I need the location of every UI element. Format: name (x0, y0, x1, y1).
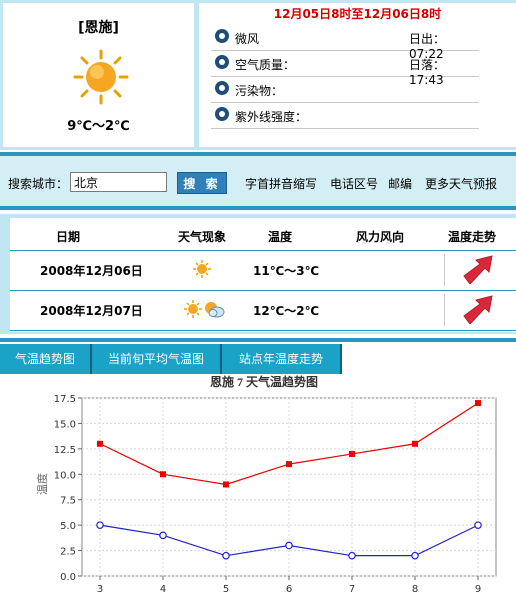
y-axis-label: 温度 (35, 473, 49, 495)
row1-date: 2008年12月06日 (40, 264, 143, 278)
x-tick-label: 7 (349, 584, 355, 595)
wind-icon (215, 29, 229, 43)
sun-icon (73, 49, 129, 105)
chart-tabs: 气温趋势图 当前旬平均气温图 站点年温度走势 (0, 338, 516, 374)
y-tick-label: 2.5 (60, 547, 76, 558)
header-divider (10, 250, 516, 251)
air-quality-label: 空气质量： (235, 58, 296, 72)
row-divider (10, 330, 516, 331)
series-1-point (412, 440, 418, 447)
trend-up-arrow-icon[interactable] (462, 254, 496, 284)
y-tick-label: 17.5 (54, 394, 76, 405)
search-button[interactable]: 搜 索 (177, 172, 227, 194)
series-2-point (159, 531, 167, 540)
x-tick-label: 6 (286, 584, 292, 595)
search-city-label: 搜索城市： (8, 177, 69, 191)
air-quality-row: 空气质量： 日落：17:43 (211, 51, 479, 87)
x-tick-label: 3 (97, 584, 103, 595)
series-1-point (286, 461, 292, 468)
row2-date: 2008年12月07日 (40, 304, 143, 318)
today-temp-range: 9℃～2℃ (67, 119, 130, 134)
forecast-table-body: 日期 天气现象 温度 风力风向 温度走势 2008年12月06日 11℃～3℃ … (10, 218, 516, 332)
partly-cloudy-icon (205, 302, 225, 318)
air-quality-icon (215, 55, 229, 69)
y-tick-label: 15.0 (54, 419, 76, 430)
col-header-date: 日期 (56, 230, 81, 244)
y-tick-label: 12.5 (54, 445, 76, 456)
series-2-point (96, 521, 104, 529)
forecast-table: 日期 天气现象 温度 风力风向 温度走势 2008年12月06日 11℃～3℃ … (0, 214, 516, 334)
sun-icon (193, 260, 211, 278)
today-details: 12月05日8时至12月06日8时 微风 日出：07:22 空气质量： 日落：1… (199, 3, 516, 147)
col-header-temp: 温度 (268, 230, 293, 244)
uv-row: 紫外线强度： (211, 103, 479, 129)
pinyin-abbr-link[interactable]: 字首拼音缩写 (245, 175, 317, 192)
pollutant-label: 污染物： (235, 84, 284, 98)
col-header-trend: 温度走势 (448, 230, 497, 244)
trend-up-arrow-icon[interactable] (462, 294, 496, 324)
tab-temp-trend[interactable]: 气温趋势图 (0, 344, 92, 374)
series-1-point (160, 471, 166, 478)
area-code-link[interactable]: 电话区号 (330, 175, 378, 192)
series-2-point (411, 551, 419, 560)
y-tick-label: 5.0 (60, 521, 76, 532)
series-2-point (474, 521, 482, 529)
series-1-point (223, 481, 229, 488)
row-divider (444, 294, 445, 326)
x-tick-label: 5 (223, 584, 229, 595)
today-card: [恩施] 9℃～2℃ (3, 3, 194, 147)
tab-station-year-trend[interactable]: 站点年温度走势 (222, 344, 342, 374)
row2-temp: 12℃～2℃ (253, 304, 320, 318)
series-2-point (348, 551, 356, 560)
date-range: 12月05日8时至12月06日8时 (273, 7, 442, 21)
sun-icon (184, 300, 202, 318)
uv-label: 紫外线强度： (235, 110, 308, 124)
row-divider (10, 290, 516, 291)
today-weather-panel: [恩施] 9℃～2℃ 12月05日8时至12月06日8时 微风 日出：07:22… (0, 0, 516, 150)
postcode-link[interactable]: 邮编 (388, 175, 412, 192)
y-tick-label: 10.0 (54, 470, 76, 481)
more-forecast-link[interactable]: 更多天气预报 (425, 175, 497, 192)
col-header-weather: 天气现象 (178, 230, 227, 244)
chart-title: 恩施 7 天气温趋势图 (210, 374, 318, 389)
city-search-bar: 搜索城市： 搜 索 字首拼音缩写 电话区号 邮编 更多天气预报 (0, 152, 516, 210)
series-1-point (97, 440, 103, 447)
city-search-input[interactable] (70, 172, 167, 192)
x-tick-label: 9 (475, 584, 481, 595)
row1-temp: 11℃～3℃ (253, 264, 320, 278)
x-tick-label: 4 (160, 584, 166, 595)
city-name: [恩施] (78, 20, 119, 36)
pollutant-row: 污染物： (211, 77, 479, 103)
series-2-point (222, 551, 230, 560)
plot-area: 0.0 2.5 5.0 7.5 10.0 12.5 15.0 17.5 3 4 5 6 7 8 9 (54, 394, 497, 595)
x-tick-label: 8 (412, 584, 418, 595)
tab-dekad-average[interactable]: 当前旬平均气温图 (92, 344, 222, 374)
temperature-trend-chart: 恩施 7 天气温趋势图 温度 0.0 2.5 5.0 7.5 10.0 12.5 15.0 1… (35, 374, 497, 595)
wind-row: 微风 日出：07:22 (211, 25, 479, 61)
uv-icon (215, 107, 229, 121)
series-2-point (285, 541, 293, 550)
series-1-point (349, 450, 355, 457)
col-header-wind: 风力风向 (356, 230, 405, 244)
row-divider (444, 254, 445, 286)
pollutant-icon (215, 81, 229, 95)
y-tick-label: 7.5 (60, 496, 76, 507)
series-1-point (475, 400, 481, 407)
y-tick-label: 0.0 (60, 572, 76, 583)
wind-value: 微风 (235, 32, 260, 46)
